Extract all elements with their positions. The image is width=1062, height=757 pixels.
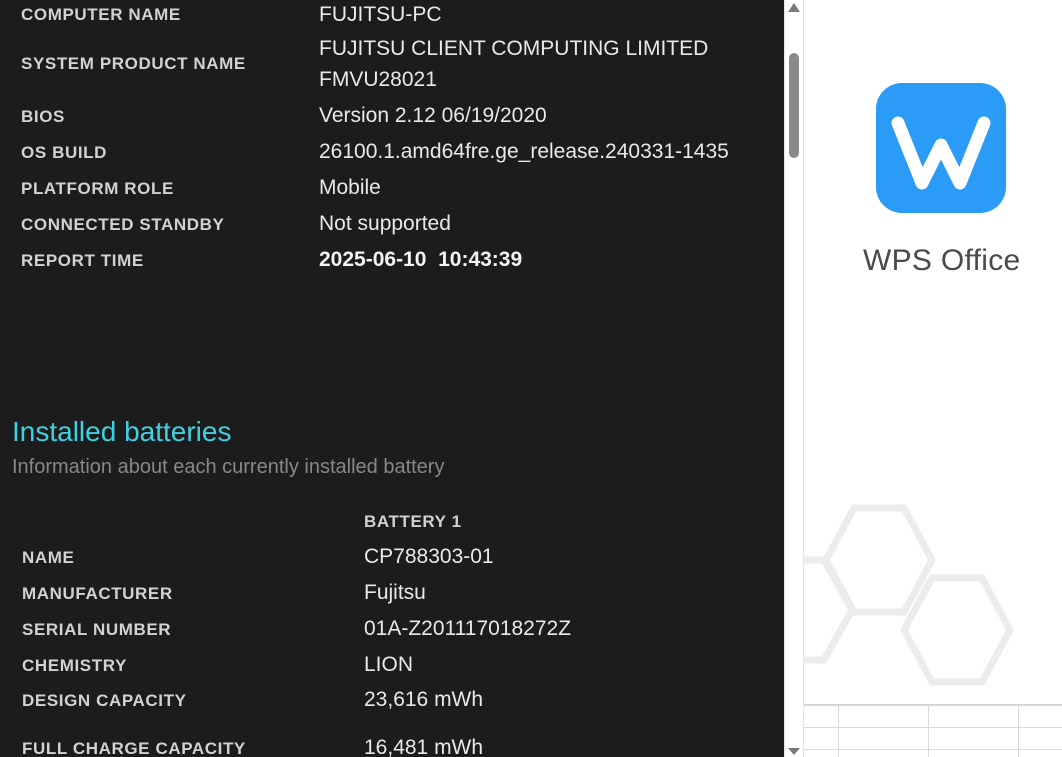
report-time-label: REPORT TIME: [21, 251, 144, 270]
wps-app-name: WPS Office: [863, 244, 1021, 277]
system-product-name-label: SYSTEM PRODUCT NAME: [21, 54, 246, 73]
system-product-name-value: FUJITSU CLIENT COMPUTING LIMITED FMVU280…: [319, 33, 708, 95]
serial-number-value: 01A-Z201117018272Z: [364, 617, 572, 640]
hexagon-pattern-icon: [804, 504, 1014, 686]
battery-name-value: CP788303-01: [364, 545, 494, 568]
os-build-value: 26100.1.amd64fre.ge_release.240331-1435: [319, 140, 729, 163]
wps-w-logo-icon: [876, 83, 1006, 213]
full-charge-capacity-label: FULL CHARGE CAPACITY: [22, 739, 246, 757]
vertical-scrollbar[interactable]: [784, 0, 804, 757]
chemistry-label: CHEMISTRY: [22, 656, 127, 675]
battery-report-window: COMPUTER NAME FUJITSU-PC SYSTEM PRODUCT …: [0, 0, 784, 757]
manufacturer-label: MANUFACTURER: [22, 584, 173, 603]
full-charge-capacity-value: 16,481 mWh: [364, 736, 484, 757]
scroll-down-arrow-icon[interactable]: [788, 748, 800, 755]
report-time-value: 2025-06-10 10:43:39: [319, 248, 523, 271]
scroll-up-arrow-icon[interactable]: [788, 3, 800, 12]
platform-role-value: Mobile: [319, 176, 381, 199]
bios-label: BIOS: [21, 107, 65, 126]
system-product-name-line2: FMVU28021: [319, 68, 437, 91]
computer-name-label: COMPUTER NAME: [21, 5, 181, 24]
computer-name-value: FUJITSU-PC: [319, 3, 442, 26]
installed-batteries-heading: Installed batteries: [12, 416, 232, 447]
system-product-name-line1: FUJITSU CLIENT COMPUTING LIMITED: [319, 37, 709, 60]
spreadsheet-grid-background: [804, 704, 1062, 757]
connected-standby-label: CONNECTED STANDBY: [21, 215, 225, 234]
connected-standby-value: Not supported: [319, 212, 451, 235]
bios-value: Version 2.12 06/19/2020: [319, 104, 547, 127]
installed-batteries-subtitle: Information about each currently install…: [12, 456, 445, 478]
chemistry-value: LION: [364, 653, 414, 676]
design-capacity-label: DESIGN CAPACITY: [22, 691, 187, 710]
manufacturer-value: Fujitsu: [364, 581, 426, 604]
scrollbar-thumb[interactable]: [789, 53, 799, 158]
platform-role-label: PLATFORM ROLE: [21, 179, 174, 198]
os-build-label: OS BUILD: [21, 143, 108, 162]
battery-name-label: NAME: [22, 548, 75, 567]
serial-number-label: SERIAL NUMBER: [22, 620, 172, 639]
design-capacity-value: 23,616 mWh: [364, 688, 484, 711]
wps-office-splash: WPS Office: [804, 0, 1062, 757]
battery-column-header: BATTERY 1: [364, 512, 462, 531]
